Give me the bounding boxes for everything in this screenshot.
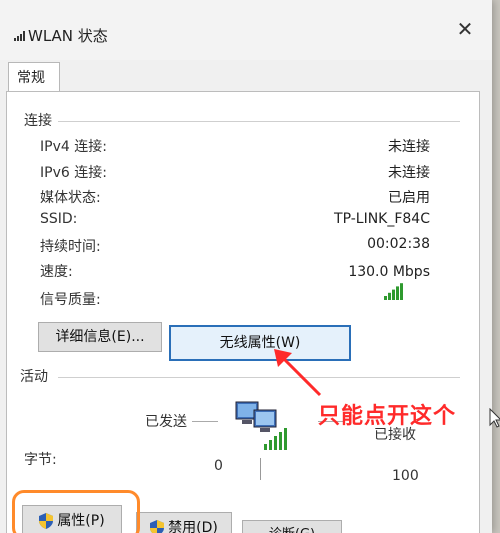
signal-bar bbox=[396, 286, 399, 300]
bytes-separator bbox=[260, 458, 261, 480]
uac-shield-icon bbox=[150, 520, 165, 533]
wlan-status-dialog: WLAN 状态 ✕ 常规 连接 IPv4 连接: 未连接 IPv6 连接: 未连… bbox=[0, 0, 492, 533]
wifi-signal-icon bbox=[14, 31, 25, 41]
media-state-value: 已启用 bbox=[388, 190, 430, 206]
connection-section-label: 连接 bbox=[24, 113, 52, 129]
speed-label: 速度: bbox=[40, 264, 73, 280]
sent-connector bbox=[192, 421, 218, 422]
highlight-box bbox=[12, 490, 140, 533]
connection-divider bbox=[58, 121, 460, 122]
activity-divider bbox=[58, 377, 460, 378]
mouse-cursor-icon bbox=[489, 408, 500, 428]
media-state-label: 媒体状态: bbox=[40, 190, 101, 206]
tab-general[interactable]: 常规 bbox=[8, 62, 60, 92]
window-title: WLAN 状态 bbox=[28, 27, 108, 45]
signal-quality-label: 信号质量: bbox=[40, 292, 101, 308]
duration-value: 00:02:38 bbox=[367, 236, 430, 252]
speed-value: 130.0 Mbps bbox=[348, 264, 430, 280]
annotation-text: 只能点开这个 bbox=[318, 404, 457, 429]
network-computers-icon bbox=[235, 401, 287, 450]
sent-label: 已发送 bbox=[145, 414, 187, 430]
duration-label: 持续时间: bbox=[40, 239, 101, 255]
bytes-received-value: 100 bbox=[392, 468, 419, 484]
signal-bar bbox=[392, 289, 395, 300]
signal-bar bbox=[384, 296, 387, 300]
bytes-sent-value: 0 bbox=[214, 458, 223, 474]
general-panel bbox=[6, 91, 480, 533]
ssid-label: SSID: bbox=[40, 211, 78, 227]
title-bar: WLAN 状态 ✕ bbox=[0, 0, 492, 60]
diagnose-button[interactable]: 诊断(G) bbox=[242, 520, 342, 533]
disable-button-label: 禁用(D) bbox=[168, 520, 218, 533]
ipv6-label: IPv6 连接: bbox=[40, 165, 107, 181]
signal-bar bbox=[400, 283, 403, 300]
disable-button[interactable]: 禁用(D) bbox=[136, 512, 232, 533]
ipv6-value: 未连接 bbox=[388, 165, 430, 181]
details-button[interactable]: 详细信息(E)... bbox=[38, 322, 162, 352]
annotation-arrow bbox=[274, 349, 322, 397]
activity-section-label: 活动 bbox=[20, 369, 48, 385]
ipv4-value: 未连接 bbox=[388, 139, 430, 155]
ipv4-label: IPv4 连接: bbox=[40, 139, 107, 155]
bytes-label: 字节: bbox=[24, 452, 57, 468]
signal-bar bbox=[388, 292, 391, 300]
ssid-value: TP-LINK_F84C bbox=[334, 211, 430, 227]
signal-strength-icon bbox=[384, 283, 403, 300]
close-button[interactable]: ✕ bbox=[452, 16, 478, 42]
